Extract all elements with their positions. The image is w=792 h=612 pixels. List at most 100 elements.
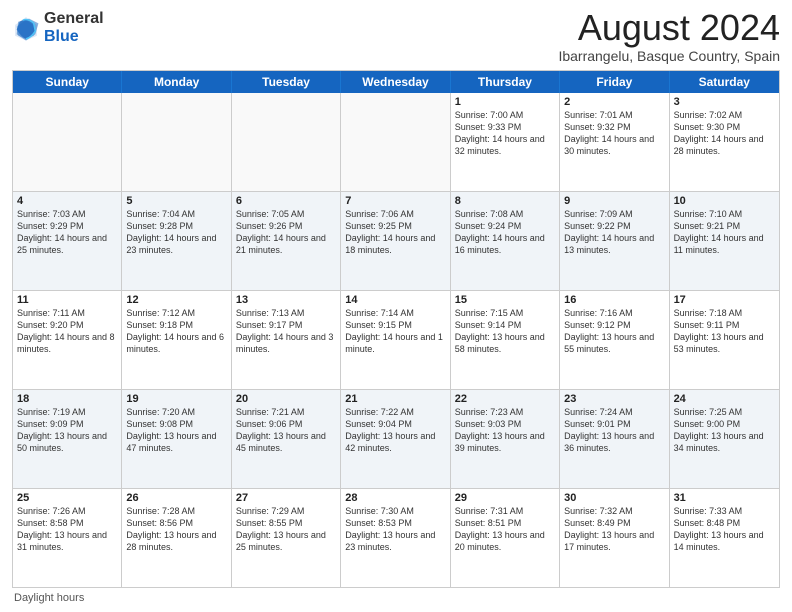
- day-number: 10: [674, 195, 775, 207]
- cell-info: Sunrise: 7:30 AM Sunset: 8:53 PM Dayligh…: [345, 505, 445, 554]
- calendar-row-0: 1Sunrise: 7:00 AM Sunset: 9:33 PM Daylig…: [13, 93, 779, 191]
- day-number: 14: [345, 294, 445, 306]
- cell-info: Sunrise: 7:05 AM Sunset: 9:26 PM Dayligh…: [236, 208, 336, 257]
- day-number: 13: [236, 294, 336, 306]
- calendar-cell-2: 2Sunrise: 7:01 AM Sunset: 9:32 PM Daylig…: [560, 93, 669, 191]
- cell-info: Sunrise: 7:24 AM Sunset: 9:01 PM Dayligh…: [564, 406, 664, 455]
- cell-info: Sunrise: 7:25 AM Sunset: 9:00 PM Dayligh…: [674, 406, 775, 455]
- calendar-cell-16: 16Sunrise: 7:16 AM Sunset: 9:12 PM Dayli…: [560, 291, 669, 389]
- cell-info: Sunrise: 7:02 AM Sunset: 9:30 PM Dayligh…: [674, 109, 775, 158]
- calendar-cell-8: 8Sunrise: 7:08 AM Sunset: 9:24 PM Daylig…: [451, 192, 560, 290]
- calendar-cell-15: 15Sunrise: 7:15 AM Sunset: 9:14 PM Dayli…: [451, 291, 560, 389]
- day-of-week-thursday: Thursday: [451, 71, 560, 93]
- calendar-cell-21: 21Sunrise: 7:22 AM Sunset: 9:04 PM Dayli…: [341, 390, 450, 488]
- cell-info: Sunrise: 7:18 AM Sunset: 9:11 PM Dayligh…: [674, 307, 775, 356]
- header: General Blue August 2024 Ibarrangelu, Ba…: [12, 10, 780, 64]
- calendar-cell-10: 10Sunrise: 7:10 AM Sunset: 9:21 PM Dayli…: [670, 192, 779, 290]
- calendar-row-2: 11Sunrise: 7:11 AM Sunset: 9:20 PM Dayli…: [13, 290, 779, 389]
- month-title: August 2024: [558, 10, 780, 46]
- day-number: 24: [674, 393, 775, 405]
- cell-info: Sunrise: 7:31 AM Sunset: 8:51 PM Dayligh…: [455, 505, 555, 554]
- day-number: 30: [564, 492, 664, 504]
- day-number: 26: [126, 492, 226, 504]
- calendar-cell-4: 4Sunrise: 7:03 AM Sunset: 9:29 PM Daylig…: [13, 192, 122, 290]
- calendar-cell-28: 28Sunrise: 7:30 AM Sunset: 8:53 PM Dayli…: [341, 489, 450, 587]
- calendar-cell-22: 22Sunrise: 7:23 AM Sunset: 9:03 PM Dayli…: [451, 390, 560, 488]
- cell-info: Sunrise: 7:33 AM Sunset: 8:48 PM Dayligh…: [674, 505, 775, 554]
- cell-info: Sunrise: 7:16 AM Sunset: 9:12 PM Dayligh…: [564, 307, 664, 356]
- day-number: 21: [345, 393, 445, 405]
- cell-info: Sunrise: 7:15 AM Sunset: 9:14 PM Dayligh…: [455, 307, 555, 356]
- day-of-week-friday: Friday: [560, 71, 669, 93]
- calendar-cell-6: 6Sunrise: 7:05 AM Sunset: 9:26 PM Daylig…: [232, 192, 341, 290]
- day-number: 16: [564, 294, 664, 306]
- calendar-cell-19: 19Sunrise: 7:20 AM Sunset: 9:08 PM Dayli…: [122, 390, 231, 488]
- cell-info: Sunrise: 7:14 AM Sunset: 9:15 PM Dayligh…: [345, 307, 445, 356]
- day-number: 29: [455, 492, 555, 504]
- calendar-cell-24: 24Sunrise: 7:25 AM Sunset: 9:00 PM Dayli…: [670, 390, 779, 488]
- calendar-row-4: 25Sunrise: 7:26 AM Sunset: 8:58 PM Dayli…: [13, 488, 779, 587]
- day-of-week-saturday: Saturday: [670, 71, 779, 93]
- calendar-cell-25: 25Sunrise: 7:26 AM Sunset: 8:58 PM Dayli…: [13, 489, 122, 587]
- logo-blue-text: Blue: [44, 28, 79, 45]
- day-number: 3: [674, 96, 775, 108]
- day-number: 25: [17, 492, 117, 504]
- day-number: 31: [674, 492, 775, 504]
- day-of-week-monday: Monday: [122, 71, 231, 93]
- day-of-week-sunday: Sunday: [13, 71, 122, 93]
- calendar-cell-1: 1Sunrise: 7:00 AM Sunset: 9:33 PM Daylig…: [451, 93, 560, 191]
- title-block: August 2024 Ibarrangelu, Basque Country,…: [558, 10, 780, 64]
- cell-info: Sunrise: 7:03 AM Sunset: 9:29 PM Dayligh…: [17, 208, 117, 257]
- calendar-cell-12: 12Sunrise: 7:12 AM Sunset: 9:18 PM Dayli…: [122, 291, 231, 389]
- day-number: 8: [455, 195, 555, 207]
- day-number: 15: [455, 294, 555, 306]
- day-number: 23: [564, 393, 664, 405]
- calendar-cell-14: 14Sunrise: 7:14 AM Sunset: 9:15 PM Dayli…: [341, 291, 450, 389]
- calendar-cell-23: 23Sunrise: 7:24 AM Sunset: 9:01 PM Dayli…: [560, 390, 669, 488]
- calendar-cell-29: 29Sunrise: 7:31 AM Sunset: 8:51 PM Dayli…: [451, 489, 560, 587]
- calendar-cell-18: 18Sunrise: 7:19 AM Sunset: 9:09 PM Dayli…: [13, 390, 122, 488]
- calendar-row-1: 4Sunrise: 7:03 AM Sunset: 9:29 PM Daylig…: [13, 191, 779, 290]
- cell-info: Sunrise: 7:04 AM Sunset: 9:28 PM Dayligh…: [126, 208, 226, 257]
- cell-info: Sunrise: 7:11 AM Sunset: 9:20 PM Dayligh…: [17, 307, 117, 356]
- day-number: 6: [236, 195, 336, 207]
- calendar-cell-31: 31Sunrise: 7:33 AM Sunset: 8:48 PM Dayli…: [670, 489, 779, 587]
- day-number: 1: [455, 96, 555, 108]
- calendar-cell-9: 9Sunrise: 7:09 AM Sunset: 9:22 PM Daylig…: [560, 192, 669, 290]
- calendar-cell-3: 3Sunrise: 7:02 AM Sunset: 9:30 PM Daylig…: [670, 93, 779, 191]
- day-of-week-wednesday: Wednesday: [341, 71, 450, 93]
- cell-info: Sunrise: 7:10 AM Sunset: 9:21 PM Dayligh…: [674, 208, 775, 257]
- day-number: 12: [126, 294, 226, 306]
- calendar-header: SundayMondayTuesdayWednesdayThursdayFrid…: [13, 71, 779, 93]
- day-number: 17: [674, 294, 775, 306]
- location: Ibarrangelu, Basque Country, Spain: [558, 48, 780, 64]
- cell-info: Sunrise: 7:20 AM Sunset: 9:08 PM Dayligh…: [126, 406, 226, 455]
- day-number: 4: [17, 195, 117, 207]
- day-of-week-tuesday: Tuesday: [232, 71, 341, 93]
- calendar-cell-11: 11Sunrise: 7:11 AM Sunset: 9:20 PM Dayli…: [13, 291, 122, 389]
- calendar-cell-7: 7Sunrise: 7:06 AM Sunset: 9:25 PM Daylig…: [341, 192, 450, 290]
- footer-note: Daylight hours: [12, 592, 780, 604]
- calendar-cell-13: 13Sunrise: 7:13 AM Sunset: 9:17 PM Dayli…: [232, 291, 341, 389]
- cell-info: Sunrise: 7:19 AM Sunset: 9:09 PM Dayligh…: [17, 406, 117, 455]
- cell-info: Sunrise: 7:28 AM Sunset: 8:56 PM Dayligh…: [126, 505, 226, 554]
- day-number: 20: [236, 393, 336, 405]
- day-number: 22: [455, 393, 555, 405]
- calendar-cell-30: 30Sunrise: 7:32 AM Sunset: 8:49 PM Dayli…: [560, 489, 669, 587]
- calendar-cell-20: 20Sunrise: 7:21 AM Sunset: 9:06 PM Dayli…: [232, 390, 341, 488]
- cell-info: Sunrise: 7:08 AM Sunset: 9:24 PM Dayligh…: [455, 208, 555, 257]
- cell-info: Sunrise: 7:06 AM Sunset: 9:25 PM Dayligh…: [345, 208, 445, 257]
- calendar-row-3: 18Sunrise: 7:19 AM Sunset: 9:09 PM Dayli…: [13, 389, 779, 488]
- calendar-cell-5: 5Sunrise: 7:04 AM Sunset: 9:28 PM Daylig…: [122, 192, 231, 290]
- calendar-cell-empty-0: [13, 93, 122, 191]
- cell-info: Sunrise: 7:23 AM Sunset: 9:03 PM Dayligh…: [455, 406, 555, 455]
- logo-icon: [12, 14, 40, 42]
- day-number: 27: [236, 492, 336, 504]
- cell-info: Sunrise: 7:32 AM Sunset: 8:49 PM Dayligh…: [564, 505, 664, 554]
- logo-text: General Blue: [44, 10, 104, 45]
- logo-general-text: General: [44, 10, 104, 27]
- cell-info: Sunrise: 7:13 AM Sunset: 9:17 PM Dayligh…: [236, 307, 336, 356]
- calendar: SundayMondayTuesdayWednesdayThursdayFrid…: [12, 70, 780, 588]
- cell-info: Sunrise: 7:29 AM Sunset: 8:55 PM Dayligh…: [236, 505, 336, 554]
- cell-info: Sunrise: 7:26 AM Sunset: 8:58 PM Dayligh…: [17, 505, 117, 554]
